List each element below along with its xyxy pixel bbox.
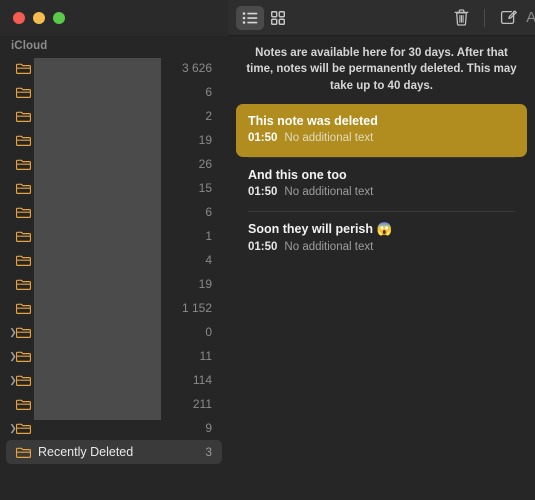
sidebar-item-count: 6 [205, 85, 212, 99]
sidebar-item-count: 2 [205, 109, 212, 123]
sidebar-item-count: 19 [198, 133, 212, 147]
note-timestamp: 01:50 [248, 240, 278, 253]
toolbar-divider [484, 8, 486, 27]
sidebar-item[interactable]: ❯1 152 [6, 296, 222, 320]
format-button[interactable]: Aa [522, 9, 535, 26]
note-list-item[interactable]: This note was deleted 01:50 No additional … [236, 103, 527, 158]
folder-icon [16, 279, 31, 290]
note-preview: No additional text [284, 186, 374, 199]
delete-button[interactable] [447, 6, 475, 30]
sidebar-item[interactable]: ❯ 0 [6, 320, 222, 344]
sidebar-item-count: 19 [198, 277, 212, 291]
note-timestamp: 01:50 [248, 132, 278, 145]
sidebar-item-count: 211 [192, 397, 212, 411]
sidebar: iCloud ❯3 626❯6❯2❯19❯26❯15❯6❯1❯4❯19❯1 15… [0, 0, 228, 500]
folder-icon [16, 399, 31, 410]
chevron-right-icon[interactable]: ❯ [8, 327, 18, 337]
note-timestamp: 01:50 [248, 186, 278, 199]
sidebar-item[interactable]: ❯6 [6, 80, 222, 104]
chevron-right-icon[interactable]: ❯ [8, 351, 18, 361]
sidebar-item[interactable]: ❯19 [6, 128, 222, 152]
sidebar-item-count: 1 152 [181, 301, 212, 315]
folder-icon [16, 327, 31, 338]
recently-deleted-banner: Notes are available here for 30 days. Af… [228, 36, 535, 104]
folder-icon [16, 447, 31, 458]
sidebar-item-count: 26 [198, 157, 212, 171]
sidebar-item[interactable]: ❯4 [6, 248, 222, 272]
notes-app-window: iCloud ❯3 626❯6❯2❯19❯26❯15❯6❯1❯4❯19❯1 15… [0, 0, 535, 500]
sidebar-item[interactable]: ❯ 9 [6, 416, 222, 440]
sidebar-item[interactable]: ❯211 [6, 392, 222, 416]
gallery-view-button[interactable] [264, 6, 292, 30]
note-preview: No additional text [284, 132, 374, 145]
sidebar-item[interactable]: ❯ 11 [6, 344, 222, 368]
folder-icon [16, 231, 31, 242]
minimize-button[interactable] [33, 12, 45, 24]
notes-list: This note was deleted 01:50 No additional … [228, 103, 535, 266]
folder-icon [16, 375, 31, 386]
folder-icon [16, 183, 31, 194]
sidebar-item-count: 3 626 [181, 61, 212, 75]
sidebar-item[interactable]: ❯2 [6, 104, 222, 128]
folder-icon [16, 63, 31, 74]
note-meta: 01:50 No additional text [248, 131, 515, 146]
sidebar-item[interactable]: ❯6 [6, 200, 222, 224]
folder-icon [16, 87, 31, 98]
note-title: Soon they will perish 😱 [248, 222, 393, 237]
sidebar-item[interactable]: ❯1 [6, 224, 222, 248]
sidebar-item-count: 11 [199, 349, 212, 363]
sidebar-item[interactable]: ❯ 114 [6, 368, 222, 392]
compose-button[interactable] [494, 6, 522, 30]
chevron-right-icon[interactable]: ❯ [8, 423, 18, 433]
toolbar: Aa [228, 0, 535, 36]
sidebar-section-header-icloud: iCloud [11, 40, 48, 52]
list-view-button[interactable] [236, 5, 264, 30]
sidebar-folder-list: ❯3 626❯6❯2❯19❯26❯15❯6❯1❯4❯19❯1 152❯0❯11❯… [0, 56, 228, 464]
sidebar-item-count: 6 [205, 205, 212, 219]
folder-icon [16, 207, 31, 218]
sidebar-item[interactable]: ❯15 [6, 176, 222, 200]
sidebar-item-count: 0 [205, 325, 212, 339]
folder-icon [16, 159, 31, 170]
note-list-item[interactable]: Soon they will perish 😱 01:50 No additiona… [236, 212, 527, 265]
folder-icon [16, 255, 31, 266]
folder-icon [16, 135, 31, 146]
close-button[interactable] [13, 12, 25, 24]
notes-pane: Aa Notes are available here for 30 days.… [228, 0, 535, 500]
note-title: And this one too [248, 168, 347, 183]
sidebar-item[interactable]: ❯3 626 [6, 56, 222, 80]
note-meta: 01:50 No additional text [248, 185, 515, 200]
zoom-button[interactable] [53, 12, 65, 24]
folder-icon [16, 351, 31, 362]
sidebar-item-count: 9 [205, 421, 212, 435]
note-list-item[interactable]: And this one too 01:50 No additional text [236, 158, 527, 211]
sidebar-item-count: 3 [205, 445, 212, 459]
sidebar-item[interactable]: ❯19 [6, 272, 222, 296]
window-traffic-lights [13, 12, 65, 24]
sidebar-item-label: Recently Deleted [38, 445, 134, 459]
chevron-right-icon[interactable]: ❯ [8, 375, 18, 385]
folder-icon [16, 111, 31, 122]
sidebar-item-count: 15 [198, 181, 212, 195]
sidebar-item[interactable]: ❯26 [6, 152, 222, 176]
sidebar-item-count: 4 [205, 253, 212, 267]
sidebar-item-count: 114 [192, 373, 212, 387]
folder-icon [16, 303, 31, 314]
folder-icon [16, 423, 31, 434]
note-preview: No additional text [284, 240, 374, 253]
note-meta: 01:50 No additional text [248, 240, 515, 255]
sidebar-item-recently-deleted[interactable]: ❯Recently Deleted3 [6, 440, 222, 464]
note-title: This note was deleted [248, 113, 378, 128]
sidebar-item-count: 1 [205, 229, 212, 243]
